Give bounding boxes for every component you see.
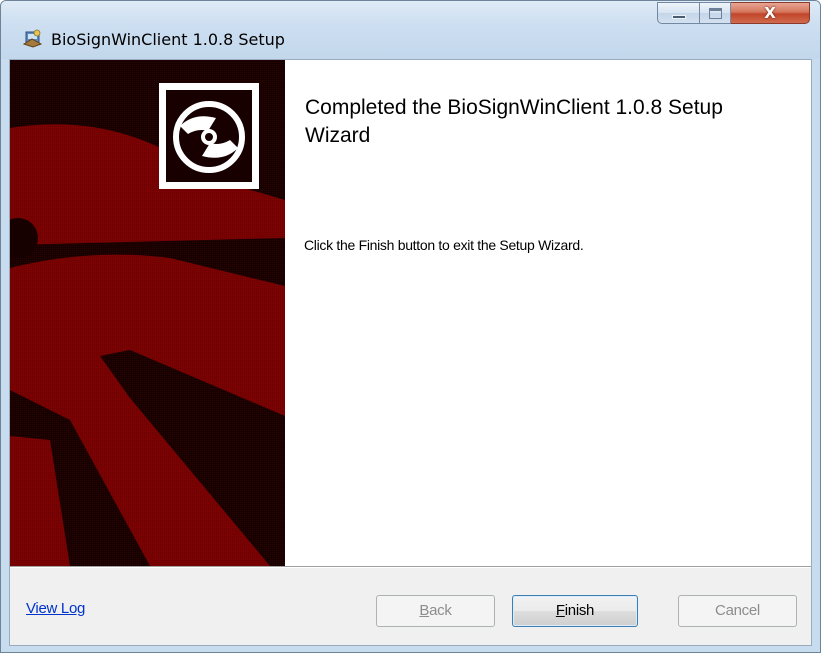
close-button[interactable]: X	[731, 2, 810, 24]
page-title: Completed the BioSignWinClient 1.0.8 Set…	[305, 96, 723, 147]
caption-buttons: X	[657, 2, 810, 24]
cd-icon-frame	[159, 83, 259, 189]
installer-icon	[23, 29, 43, 48]
back-label: ack	[429, 602, 452, 619]
close-icon: X	[764, 4, 776, 22]
footer-divider	[10, 567, 811, 568]
maximize-button[interactable]	[700, 2, 731, 24]
finish-mnemonic: F	[555, 602, 565, 619]
cd-icon	[173, 101, 245, 173]
finish-label: inish	[564, 602, 595, 619]
wizard-client-area: Completed the BioSignWinClient 1.0.8 Set…	[9, 59, 812, 646]
view-log-link[interactable]: View Log	[26, 600, 85, 617]
description-text: Click the Finish button to exit the Setu…	[304, 237, 584, 253]
maximize-icon	[709, 8, 722, 19]
back-mnemonic: B	[419, 602, 430, 619]
minimize-button[interactable]	[657, 2, 700, 24]
finish-button[interactable]: Finish	[512, 595, 638, 627]
title-bar[interactable]: BioSignWinClient 1.0.8 Setup X	[1, 1, 820, 59]
setup-window: BioSignWinClient 1.0.8 Setup X Completed…	[0, 0, 821, 653]
wizard-banner	[10, 60, 285, 566]
window-title: BioSignWinClient 1.0.8 Setup	[51, 30, 285, 49]
cancel-button[interactable]: Cancel	[678, 595, 797, 627]
minimize-icon	[672, 15, 686, 19]
back-button[interactable]: Back	[376, 595, 495, 627]
wizard-footer: View Log Back Finish Cancel	[10, 566, 811, 645]
